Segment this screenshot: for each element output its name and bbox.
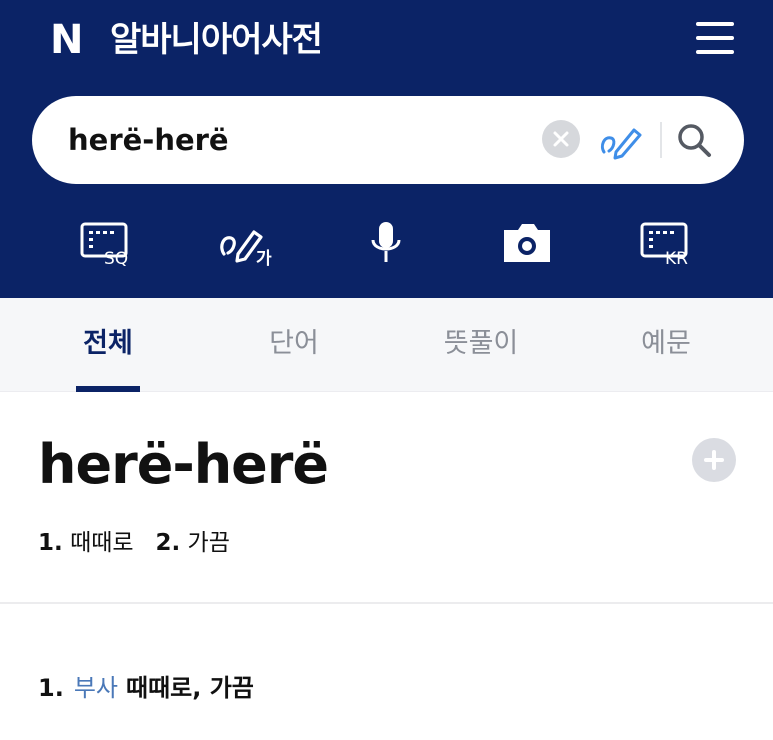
part-of-speech-link[interactable]: 부사 xyxy=(74,674,118,702)
handwriting-korean-icon[interactable]: 가 xyxy=(218,218,280,270)
tab-words[interactable]: 단어 xyxy=(224,298,364,392)
tab-examples[interactable]: 예문 xyxy=(596,298,736,392)
camera-icon[interactable] xyxy=(496,218,558,270)
summary-text: 가끔 xyxy=(187,530,230,556)
keyboard-sq-label: SQ xyxy=(104,249,128,269)
naver-logo[interactable]: N xyxy=(50,18,83,62)
keyboard-kr-icon[interactable]: KR xyxy=(640,218,702,270)
search-divider xyxy=(660,122,662,158)
search-input[interactable] xyxy=(68,116,528,164)
sense-definition: 때때로, 가끔 xyxy=(126,674,254,702)
active-tab-indicator xyxy=(76,386,140,392)
summary-number: 2. xyxy=(155,530,181,556)
keyboard-sq-icon[interactable]: SQ xyxy=(80,218,142,270)
app-title[interactable]: 알바니아어사전 xyxy=(110,18,323,62)
app-header: N 알바니아어사전 SQ xyxy=(0,0,773,298)
clear-icon[interactable] xyxy=(542,120,580,158)
result-tabs: 전체 단어 뜻풀이 예문 xyxy=(0,298,773,392)
hamburger-menu-icon[interactable] xyxy=(696,22,734,54)
tab-meanings[interactable]: 뜻풀이 xyxy=(411,298,551,392)
headword: herë-herë xyxy=(38,433,329,496)
search-icon[interactable] xyxy=(672,118,716,162)
sense-number: 1. xyxy=(38,674,64,702)
add-icon[interactable] xyxy=(692,438,736,482)
handwriting-icon[interactable] xyxy=(598,118,646,162)
summary-text: 때때로 xyxy=(70,530,134,556)
meaning-summary: 1. 때때로 2. 가끔 xyxy=(38,526,230,560)
handwriting-korean-label: 가 xyxy=(256,249,272,269)
sense-item: 1. 부사 때때로, 가끔 xyxy=(38,670,254,706)
keyboard-kr-label: KR xyxy=(665,249,688,269)
section-divider xyxy=(0,602,773,604)
summary-number: 1. xyxy=(38,530,63,556)
tab-all[interactable]: 전체 xyxy=(38,298,178,392)
search-box xyxy=(32,96,744,184)
microphone-icon[interactable] xyxy=(356,218,418,270)
top-bar: N 알바니아어사전 xyxy=(0,0,773,80)
